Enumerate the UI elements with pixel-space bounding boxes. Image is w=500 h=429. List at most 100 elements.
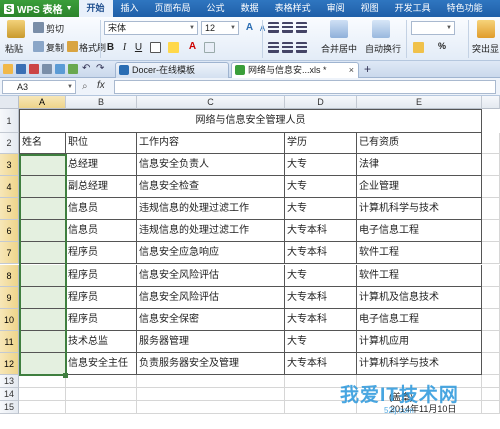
row-header[interactable]: 4 <box>0 176 19 199</box>
row-header[interactable]: 2 <box>0 133 19 154</box>
table-cell[interactable]: 大专 <box>285 330 357 353</box>
row-header[interactable]: 7 <box>0 242 19 265</box>
table-cell[interactable]: 大专本科 <box>285 242 357 265</box>
save-icon[interactable] <box>16 64 26 74</box>
table-cell[interactable]: 信息员 <box>66 220 137 243</box>
table-cell[interactable]: 信息安全风险评估 <box>137 264 285 287</box>
bold-button[interactable]: B <box>104 41 117 54</box>
row-header[interactable]: 6 <box>0 220 19 243</box>
row-header[interactable]: 13 <box>0 375 19 388</box>
clear-format-icon[interactable] <box>204 42 215 53</box>
highlight-button[interactable]: 突出显 <box>472 42 499 55</box>
table-cell[interactable]: 大专 <box>285 176 357 199</box>
menu-review[interactable]: 审阅 <box>319 0 353 17</box>
row-header[interactable]: 10 <box>0 308 19 331</box>
header-cell[interactable]: 学历 <box>285 133 357 154</box>
empty-cell[interactable] <box>482 264 500 287</box>
row-header[interactable]: 5 <box>0 198 19 221</box>
conditional-format-icon[interactable] <box>477 20 495 38</box>
tab-workbook[interactable]: 网络与信息安...xls * × <box>231 62 359 78</box>
select-all-corner[interactable] <box>0 96 19 109</box>
format-painter-icon[interactable] <box>67 41 78 52</box>
empty-cell[interactable] <box>285 401 357 414</box>
table-cell[interactable]: 程序员 <box>66 242 137 265</box>
table-cell[interactable]: 违规信息的处理过滤工作 <box>137 220 285 243</box>
empty-cell[interactable] <box>66 375 137 388</box>
align-middle-icon[interactable] <box>282 22 293 33</box>
align-left-icon[interactable] <box>268 42 279 53</box>
table-cell[interactable]: 电子信息工程 <box>357 308 482 331</box>
table-cell[interactable] <box>19 220 66 243</box>
column-header-c[interactable]: C <box>137 96 285 109</box>
header-cell[interactable]: 姓名 <box>19 133 66 154</box>
align-right-icon[interactable] <box>296 42 307 53</box>
table-cell[interactable]: 信息安全保密 <box>137 308 285 331</box>
italic-button[interactable]: I <box>118 41 131 54</box>
copy-icon[interactable] <box>33 41 44 52</box>
paste-icon[interactable] <box>7 20 25 38</box>
table-cell[interactable]: 大专本科 <box>285 286 357 309</box>
empty-cell[interactable] <box>482 375 500 388</box>
table-cell[interactable]: 信息员 <box>66 198 137 221</box>
cut-button[interactable]: 剪切 <box>46 22 64 35</box>
font-size-select[interactable]: 12 ▼ <box>201 21 239 35</box>
empty-cell[interactable] <box>285 388 357 401</box>
table-cell[interactable]: 信息安全主任 <box>66 352 137 375</box>
table-cell[interactable] <box>19 308 66 331</box>
column-header-d[interactable]: D <box>285 96 357 109</box>
zoom-icon[interactable]: ⌕ <box>82 81 88 92</box>
table-cell[interactable]: 电子信息工程 <box>357 220 482 243</box>
row-header[interactable]: 15 <box>0 401 19 414</box>
table-cell[interactable]: 计算机及信息技术 <box>357 286 482 309</box>
table-cell[interactable]: 信息安全应急响应 <box>137 242 285 265</box>
font-name-select[interactable]: 宋体 ▼ <box>104 21 198 35</box>
column-header-a[interactable]: A <box>19 96 66 109</box>
align-top-icon[interactable] <box>268 22 279 33</box>
row-header[interactable]: 11 <box>0 330 19 353</box>
table-cell[interactable]: 企业管理 <box>357 176 482 199</box>
column-header-e[interactable]: E <box>357 96 482 109</box>
table-cell[interactable] <box>19 352 66 375</box>
empty-cell[interactable] <box>482 154 500 177</box>
empty-cell[interactable] <box>137 401 285 414</box>
table-title[interactable]: 网络与信息安全管理人员 <box>19 109 482 133</box>
fill-color-icon[interactable] <box>168 42 179 53</box>
row-header[interactable]: 1 <box>0 109 19 133</box>
empty-cell[interactable] <box>482 220 500 243</box>
table-cell[interactable]: 大专 <box>285 154 357 177</box>
empty-cell[interactable] <box>482 133 500 154</box>
empty-cell[interactable] <box>482 286 500 309</box>
print-icon[interactable] <box>42 64 52 74</box>
empty-cell[interactable] <box>66 401 137 414</box>
menu-view[interactable]: 视图 <box>353 0 387 17</box>
empty-cell[interactable] <box>482 242 500 265</box>
underline-button[interactable]: U <box>132 41 145 54</box>
app-menu-button[interactable]: S WPS 表格 ▼ <box>0 0 79 17</box>
menu-formulas[interactable]: 公式 <box>199 0 233 17</box>
table-cell[interactable]: 程序员 <box>66 264 137 287</box>
spreadsheet-grid[interactable]: A B C D E 网络与信息安全管理人员 1 2 姓名 职位 工作内容 学历 已有资质 3 总… <box>0 96 500 429</box>
font-color-icon[interactable]: A <box>186 40 199 53</box>
number-format-select[interactable]: ▼ <box>411 21 455 35</box>
table-cell[interactable]: 软件工程 <box>357 242 482 265</box>
table-cell[interactable] <box>19 264 66 287</box>
empty-cell[interactable] <box>19 401 66 414</box>
empty-cell[interactable] <box>482 308 500 331</box>
table-cell[interactable]: 服务器管理 <box>137 330 285 353</box>
empty-cell[interactable] <box>482 198 500 221</box>
empty-cell[interactable] <box>137 375 285 388</box>
undo-icon[interactable]: ↶ <box>82 64 92 74</box>
wrap-text-icon[interactable] <box>372 20 390 38</box>
align-center-icon[interactable] <box>282 42 293 53</box>
format-painter-button[interactable]: 格式刷 <box>79 41 106 54</box>
row-header[interactable]: 8 <box>0 264 19 287</box>
row-header[interactable]: 3 <box>0 154 19 177</box>
empty-cell[interactable] <box>19 388 66 401</box>
paste-button[interactable]: 粘贴 <box>5 42 23 55</box>
menu-page-layout[interactable]: 页面布局 <box>147 0 199 17</box>
column-header-extra[interactable] <box>482 96 500 109</box>
table-cell[interactable]: 法律 <box>357 154 482 177</box>
empty-cell[interactable] <box>482 401 500 414</box>
table-cell[interactable]: 大专 <box>285 198 357 221</box>
row-header[interactable]: 9 <box>0 286 19 309</box>
